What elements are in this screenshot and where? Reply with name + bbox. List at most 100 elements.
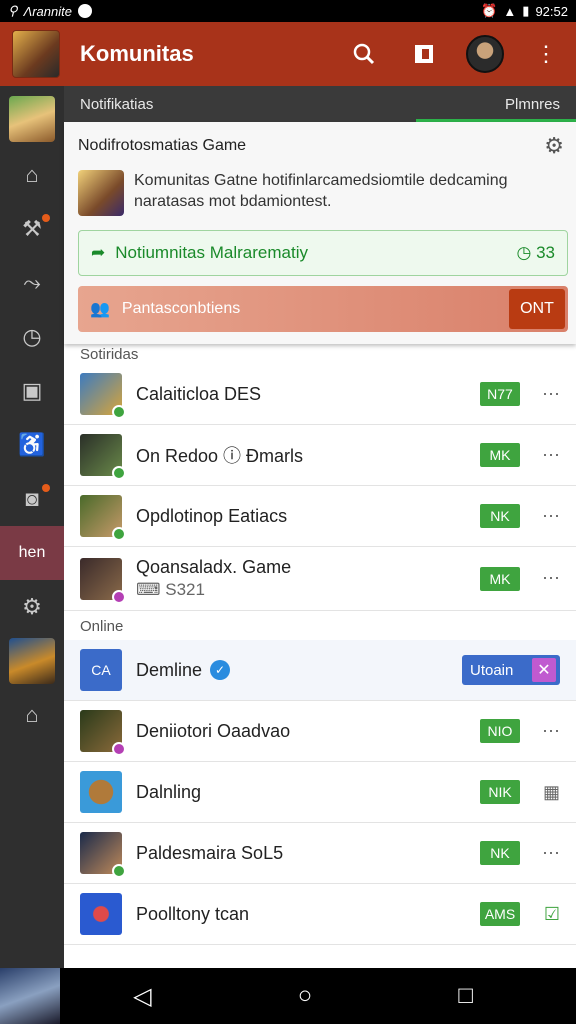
- section-label-second: Online: [80, 618, 124, 635]
- accessibility-icon[interactable]: ♿: [0, 418, 64, 472]
- status-check-icon: [112, 742, 126, 756]
- nav-corner-thumbnail[interactable]: [0, 968, 60, 1024]
- list-item-name: Poolltony tcan: [136, 903, 250, 924]
- chart-icon[interactable]: ⤳: [0, 256, 64, 310]
- list-item[interactable]: On Redoo ⓘ Ðmarls MK ⋯: [64, 425, 576, 486]
- section-label-first: Sotiridas: [80, 346, 139, 363]
- app-actions: ⋮: [346, 35, 564, 73]
- status-check-icon: [112, 405, 126, 419]
- list-item-sub: ⌨ S321: [136, 580, 205, 599]
- status-tag: NK: [480, 841, 520, 865]
- more-icon[interactable]: ⋯: [520, 445, 560, 466]
- battery-icon: ▮: [522, 3, 530, 18]
- status-tag: NIK: [480, 780, 520, 804]
- action-pill-label: Utoain: [470, 661, 514, 679]
- notification-dot-icon: [77, 4, 92, 18]
- list-item[interactable]: Poolltony tcan AMS ☑: [64, 884, 576, 945]
- action-pill[interactable]: Utoain ✕: [462, 655, 560, 685]
- list-item[interactable]: Dalnling NIK ▦: [64, 762, 576, 823]
- home-icon[interactable]: ⌂: [0, 148, 64, 202]
- list-item[interactable]: Qoansaladx. Game ⌨ S321 MK ⋯: [64, 547, 576, 611]
- search-icon-glyph: [353, 43, 375, 65]
- panel-title: Nodifrotosmatias Game: [78, 137, 247, 154]
- panel-description: Komunitas Gatne hotifinlarcamedsiomtile …: [64, 170, 576, 230]
- list-second: CA Demline ✓ Utoain ✕ Deniiotori Oaadvao…: [64, 640, 576, 945]
- overflow-menu-icon[interactable]: ⋮: [528, 36, 564, 72]
- tab-right[interactable]: Plmnres: [505, 96, 560, 113]
- status-check-icon: [112, 864, 126, 878]
- list-item-name: Opdlotinop Eatiacs: [136, 505, 288, 526]
- list-item-name: Calaiticloa DES: [136, 383, 262, 404]
- user-avatar[interactable]: [466, 35, 504, 73]
- gear-icon[interactable]: ⚙: [544, 133, 564, 159]
- home-button-icon[interactable]: ○: [298, 982, 313, 1011]
- status-tag: NIO: [480, 719, 520, 743]
- list-item-name: Demline: [136, 659, 203, 680]
- checkbox-icon[interactable]: ☑: [520, 904, 560, 925]
- settings-icon[interactable]: ⚙: [0, 580, 64, 634]
- promo-button[interactable]: ONT: [509, 289, 565, 329]
- list-item[interactable]: Paldesmaira SoL5 NK ⋯: [64, 823, 576, 884]
- recents-icon[interactable]: □: [458, 982, 473, 1011]
- notice-count: ◷ 33: [516, 243, 555, 262]
- back-icon[interactable]: ◁: [133, 982, 151, 1011]
- list-avatar: [80, 771, 122, 813]
- grid-icon[interactable]: ▦: [520, 782, 560, 803]
- status-tag: NK: [480, 504, 520, 528]
- status-bar: ⚲ Λrannite ⏰ ▲ ▮ 92:52: [0, 0, 576, 22]
- tab-notifications[interactable]: Notifikatias: [80, 96, 153, 113]
- clock-icon[interactable]: ◷: [0, 310, 64, 364]
- sidebar-item-active[interactable]: hen: [0, 526, 64, 580]
- carrier-label: Λrannite: [23, 3, 72, 19]
- notice-label: Notiumnitas Malrarematiy: [115, 243, 308, 262]
- promo-label: Pantasconbtiens: [121, 300, 241, 317]
- camera-icon[interactable]: ◙: [0, 472, 64, 526]
- list-item[interactable]: Calaiticloa DES N77 ⋯: [64, 364, 576, 425]
- status-right: ⏰ ▲ ▮ 92:52: [481, 3, 568, 19]
- notification-panel: Nodifrotosmatias Game ⚙ Komunitas Gatne …: [64, 122, 576, 344]
- status-tag: MK: [480, 566, 520, 591]
- list-item-name: Qoansaladx. Game: [136, 557, 292, 577]
- more-icon[interactable]: ⋯: [520, 568, 560, 589]
- status-tag: AMS: [480, 902, 520, 926]
- app-logo: [12, 30, 60, 78]
- house-icon[interactable]: ⌂: [0, 688, 64, 742]
- close-icon[interactable]: ✕: [532, 658, 556, 682]
- more-icon[interactable]: ⋯: [520, 721, 560, 742]
- verified-icon: ✓: [210, 660, 231, 680]
- list-item-name: Paldesmaira SoL5: [136, 842, 284, 863]
- more-icon[interactable]: ⋯: [520, 843, 560, 864]
- panel-desc-text: Komunitas Gatne hotifinlarcamedsiomtile …: [134, 172, 508, 210]
- list-avatar: [80, 710, 126, 756]
- notice-bar[interactable]: ➦ Notiumnitas Malrarematiy ◷ 33: [78, 230, 568, 276]
- panel-thumbnail: [78, 170, 124, 216]
- status-check-icon: [112, 466, 126, 480]
- tools-icon[interactable]: ⚒: [0, 202, 64, 256]
- list-item-name: Dalnling: [136, 781, 202, 802]
- people-icon: 👥: [90, 301, 110, 318]
- camera-badge: [42, 484, 50, 492]
- sidebar-avatar-secondary[interactable]: [9, 638, 55, 684]
- media-icon[interactable]: ▣: [0, 364, 64, 418]
- sidebar-avatar[interactable]: [9, 96, 55, 142]
- wifi-icon: ⚲: [8, 3, 18, 18]
- more-icon[interactable]: ⋯: [520, 506, 560, 527]
- list-item-text: Qoansaladx. Game ⌨ S321: [136, 557, 291, 600]
- notice-count-value: 33: [536, 243, 555, 262]
- promo-bar[interactable]: 👥 Pantasconbtiens ONT: [78, 286, 568, 332]
- list-item[interactable]: Deniiotori Oaadvao NIO ⋯: [64, 701, 576, 762]
- more-icon[interactable]: ⋯: [520, 384, 560, 405]
- list-item[interactable]: CA Demline ✓ Utoain ✕: [64, 640, 576, 701]
- window-icon[interactable]: [406, 36, 442, 72]
- app-title: Komunitas: [80, 41, 194, 66]
- alarm-icon: ⏰: [481, 3, 498, 18]
- sidebar: ⌂ ⚒ ⤳ ◷ ▣ ♿ ◙ hen ⚙ ⌂: [0, 86, 64, 968]
- list-avatar: [80, 495, 126, 541]
- list-avatar: [80, 373, 126, 419]
- tools-badge: [42, 214, 50, 222]
- system-nav-bar: ◁ ○ □: [0, 968, 576, 1024]
- search-icon[interactable]: [346, 36, 382, 72]
- list-item-name: On Redoo ⓘ Ðmarls: [136, 446, 304, 466]
- list-item[interactable]: Opdlotinop Eatiacs NK ⋯: [64, 486, 576, 547]
- app-bar: Komunitas ⋮: [0, 22, 576, 86]
